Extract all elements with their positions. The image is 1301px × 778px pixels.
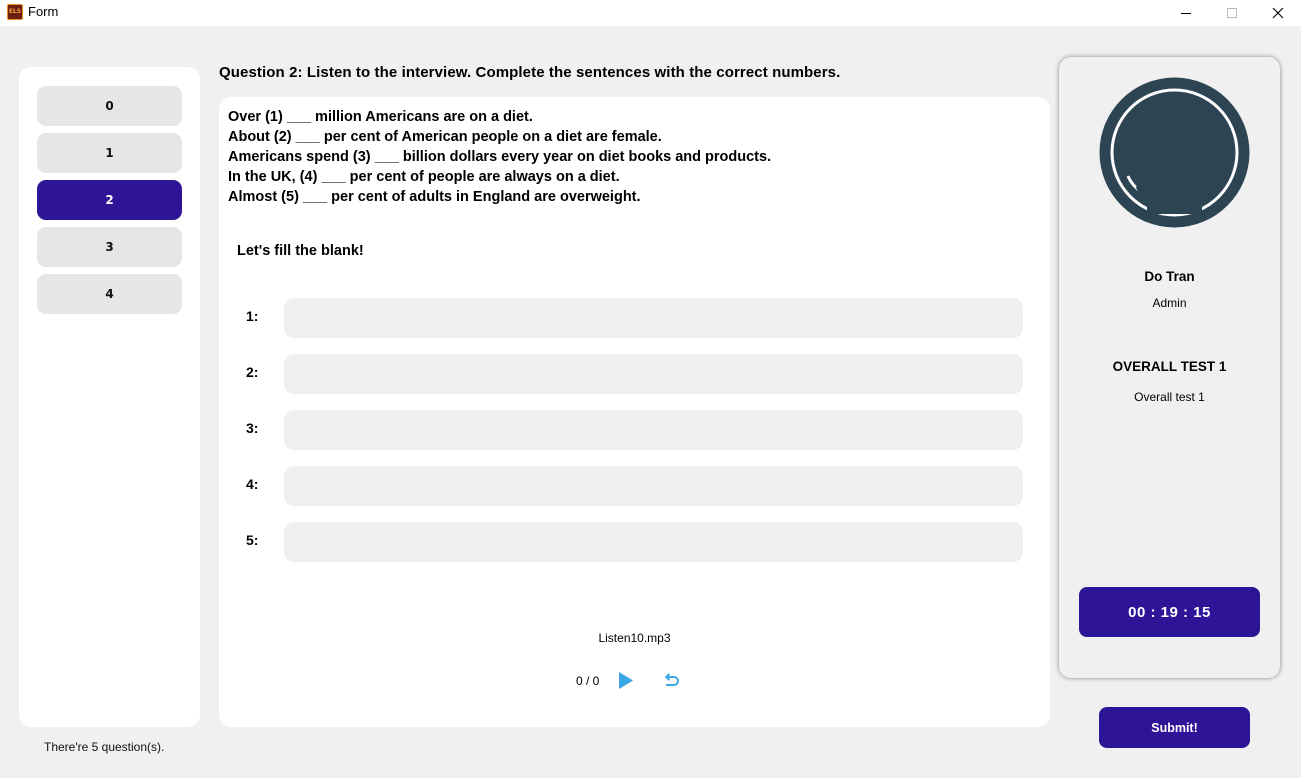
audio-time: 0 / 0 [576,674,600,688]
answer-row-1: 1: [219,298,1050,338]
answer-input-3[interactable] [284,410,1023,450]
answer-row-3: 3: [219,410,1050,450]
sentence-3: Americans spend (3) ___ billion dollars … [228,149,772,165]
sentence-4: In the UK, (4) ___ per cent of people ar… [228,169,620,185]
answer-label-2: 2: [246,364,259,380]
question-count-label: There're 5 question(s). [44,740,165,754]
fill-blank-heading: Let's fill the blank! [237,243,364,259]
maximize-button[interactable] [1209,0,1255,26]
replay-button[interactable] [662,672,680,690]
test-subtitle: Overall test 1 [1134,390,1205,404]
answer-label-3: 3: [246,420,259,436]
question-nav-item-2[interactable]: 2 [37,180,182,220]
sentence-1: Over (1) ___ million Americans are on a … [228,109,533,125]
close-icon [1272,7,1284,19]
answer-row-5: 5: [219,522,1050,562]
test-title: OVERALL TEST 1 [1112,359,1227,374]
answer-input-4[interactable] [284,466,1023,506]
countdown-timer: 00 : 19 : 15 [1079,587,1260,637]
minimize-button[interactable] [1163,0,1209,26]
question-nav-item-3[interactable]: 3 [37,227,182,267]
answer-input-2[interactable] [284,354,1023,394]
question-panel: Over (1) ___ million Americans are on a … [219,97,1050,727]
sentence-2: About (2) ___ per cent of American peopl… [228,129,662,145]
replay-icon [664,673,679,686]
maximize-icon [1226,7,1237,18]
github-octocat-icon [1098,76,1251,229]
user-name: Do Tran [1144,269,1195,284]
answer-label-1: 1: [246,308,259,324]
question-nav-item-4[interactable]: 4 [37,274,182,314]
app-window: ELS Form 0 1 2 3 4 There're 5 question(s… [0,0,1301,778]
close-button[interactable] [1255,0,1301,26]
user-role: Admin [1152,296,1187,310]
profile-panel: Do Tran Admin OVERALL TEST 1 Overall tes… [1059,57,1280,678]
answer-input-1[interactable] [284,298,1023,338]
app-logo-icon: ELS [7,4,23,20]
minimize-icon [1180,12,1191,14]
play-button[interactable] [617,671,635,690]
answer-label-5: 5: [246,532,259,548]
window-title: Form [28,4,59,19]
answer-input-5[interactable] [284,522,1023,562]
question-nav-item-1[interactable]: 1 [37,133,182,173]
question-nav-panel: 0 1 2 3 4 [19,67,200,727]
question-sentences: Over (1) ___ million Americans are on a … [228,107,771,207]
sentence-5: Almost (5) ___ per cent of adults in Eng… [228,189,641,205]
audio-file-name: Listen10.mp3 [598,631,671,645]
answer-row-2: 2: [219,354,1050,394]
play-icon [619,672,633,689]
question-nav-item-0[interactable]: 0 [37,86,182,126]
question-title: Question 2: Listen to the interview. Com… [219,64,841,81]
submit-button[interactable]: Submit! [1099,707,1250,748]
answer-label-4: 4: [246,476,259,492]
title-bar: ELS Form [0,0,1301,26]
answer-row-4: 4: [219,466,1050,506]
